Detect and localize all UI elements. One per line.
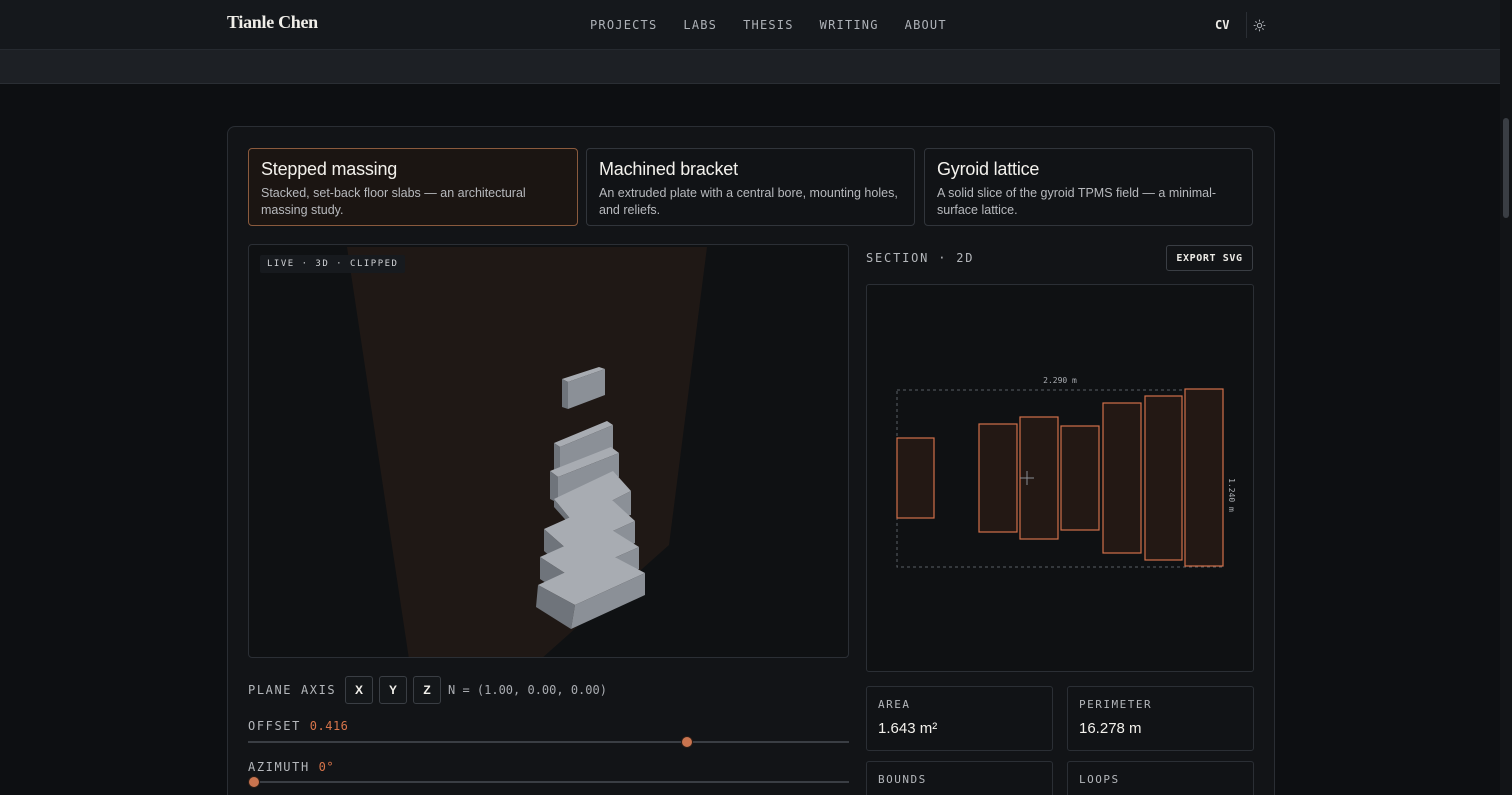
theme-toggle-button[interactable] <box>1246 12 1272 38</box>
preset-title: Stepped massing <box>261 159 398 179</box>
section-width-dimension: 2.290 m <box>1043 376 1077 385</box>
main-nav: PROJECTS LABS THESIS WRITING ABOUT <box>590 18 947 32</box>
preset-card-machined-bracket[interactable]: Machined bracket An extruded plate with … <box>586 148 915 226</box>
export-svg-button[interactable]: EXPORT SVG <box>1166 245 1253 271</box>
offset-slider-handle[interactable] <box>680 736 693 748</box>
nav-writing[interactable]: WRITING <box>820 18 879 32</box>
preset-title: Gyroid lattice <box>937 159 1040 179</box>
clipping-plane <box>347 247 707 657</box>
section-loop <box>978 423 1018 533</box>
nav-about[interactable]: ABOUT <box>905 18 947 32</box>
3d-scene <box>347 247 707 657</box>
scrollbar-track[interactable] <box>1500 0 1512 795</box>
viewport-status-badge: LIVE · 3D · CLIPPED <box>260 255 406 273</box>
section-loop <box>1060 425 1100 531</box>
plane-normal-readout: N = (1.00, 0.00, 0.00) <box>448 683 607 697</box>
azimuth-slider-handle[interactable] <box>248 776 260 788</box>
azimuth-slider[interactable] <box>248 776 849 788</box>
offset-label: OFFSET 0.416 <box>248 719 348 733</box>
preset-description: A solid slice of the gyroid TPMS field —… <box>937 186 1217 217</box>
sun-icon <box>1253 19 1266 31</box>
plane-axis-label: PLANE AXIS <box>248 683 337 697</box>
preset-description: An extruded plate with a central bore, m… <box>599 186 898 217</box>
axis-z-button[interactable]: Z <box>413 676 441 704</box>
section-height-dimension: 1.240 m <box>1227 478 1236 512</box>
axis-x-button[interactable]: X <box>345 676 373 704</box>
offset-slider[interactable] <box>248 736 849 748</box>
section-2d-canvas[interactable]: 2.290 m 1.240 m <box>866 284 1254 672</box>
area-stat-card: AREA 1.643 m² <box>866 686 1053 751</box>
section-loop <box>1184 388 1224 567</box>
section-loop <box>896 437 935 519</box>
section-2d-title: SECTION · 2D <box>866 251 975 265</box>
nav-labs[interactable]: LABS <box>683 18 717 32</box>
nav-projects[interactable]: PROJECTS <box>590 18 657 32</box>
site-brand[interactable]: Tianle Chen <box>227 12 318 33</box>
bounds-label: BOUNDS <box>878 773 927 786</box>
section-loop <box>1144 395 1183 561</box>
bounds-stat-card: BOUNDS <box>866 761 1053 795</box>
azimuth-label-text: AZIMUTH <box>248 760 310 774</box>
sub-toolbar <box>0 50 1500 84</box>
area-value: 1.643 m² <box>878 720 938 737</box>
azimuth-value: 0° <box>318 760 335 774</box>
preset-card-stepped-massing[interactable]: Stepped massing Stacked, set-back floor … <box>248 148 578 226</box>
preset-title: Machined bracket <box>599 159 738 179</box>
section-loop <box>1102 402 1142 554</box>
offset-value: 0.416 <box>309 719 349 733</box>
scrollbar-thumb[interactable] <box>1503 118 1509 218</box>
area-label: AREA <box>878 698 911 711</box>
section-drawing: 2.290 m 1.240 m <box>896 376 1236 568</box>
azimuth-label: AZIMUTH 0° <box>248 760 334 774</box>
axis-y-button[interactable]: Y <box>379 676 407 704</box>
perimeter-stat-card: PERIMETER 16.278 m <box>1067 686 1254 751</box>
perimeter-label: PERIMETER <box>1079 698 1153 711</box>
loops-stat-card: LOOPS <box>1067 761 1254 795</box>
top-navigation-bar: Tianle Chen PROJECTS LABS THESIS WRITING… <box>0 0 1500 50</box>
section-loops <box>896 388 1224 567</box>
preset-card-gyroid-lattice[interactable]: Gyroid lattice A solid slice of the gyro… <box>924 148 1253 226</box>
perimeter-value: 16.278 m <box>1079 720 1142 737</box>
3d-viewport[interactable] <box>248 244 849 658</box>
loops-label: LOOPS <box>1079 773 1120 786</box>
cv-link[interactable]: CV <box>1215 18 1229 32</box>
preset-description: Stacked, set-back floor slabs — an archi… <box>261 186 526 217</box>
offset-label-text: OFFSET <box>248 719 301 733</box>
nav-thesis[interactable]: THESIS <box>743 18 794 32</box>
